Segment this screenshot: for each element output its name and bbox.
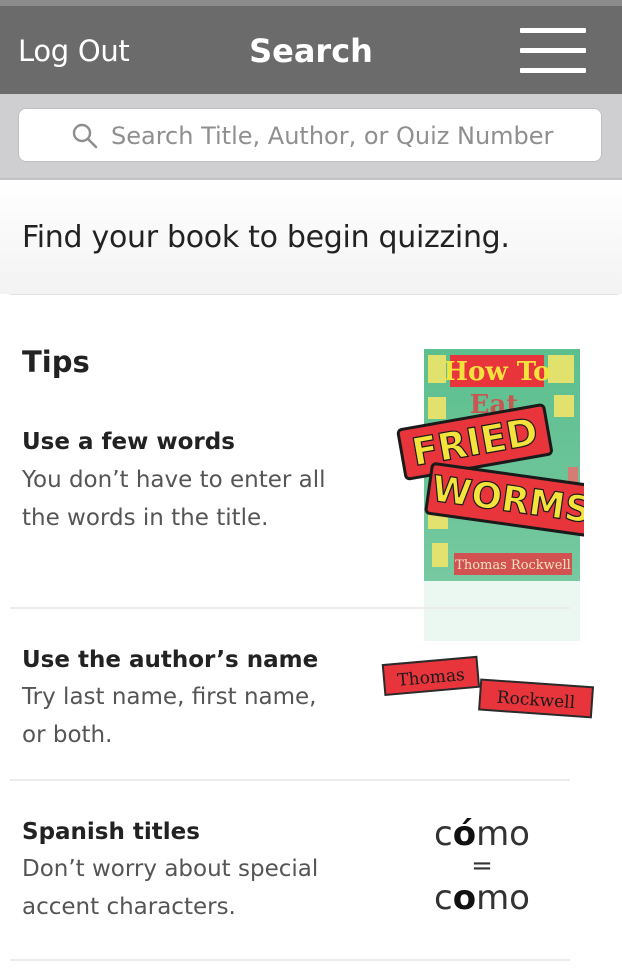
tip-description-line: or both.: [22, 722, 113, 748]
divider: [10, 607, 570, 609]
spanish-accent-example: cómo = como: [402, 815, 562, 917]
book-cover-image: How To Eat FRIED WORMS Thomas Rockwell: [396, 349, 584, 641]
logout-button[interactable]: Log Out: [18, 34, 130, 68]
tip-title: Use a few words: [22, 429, 235, 455]
search-placeholder: Search Title, Author, or Quiz Number: [111, 122, 554, 150]
search-icon: [72, 123, 98, 149]
tip-description: Don’t worry about special accent charact…: [22, 850, 318, 926]
tips-card: Tips Use a few words You don’t have to e…: [10, 294, 618, 980]
tip-description-line: the words in the title.: [22, 505, 269, 531]
equals-sign: =: [471, 851, 493, 881]
hamburger-menu-icon[interactable]: [520, 28, 586, 76]
intro-banner: Find your book to begin quizzing.: [0, 180, 622, 294]
search-bar: Search Title, Author, or Quiz Number: [0, 94, 622, 180]
tip-title: Use the author’s name: [22, 647, 319, 673]
book-cover-author: Thomas Rockwell: [455, 558, 571, 573]
author-name-image: Thomas Rockwell: [381, 655, 595, 719]
tip-description-line: Try last name, first name,: [22, 684, 317, 710]
tip-description-line: accent characters.: [22, 894, 236, 920]
tip-description: Try last name, first name, or both.: [22, 678, 317, 754]
nav-bar: Log Out Search: [0, 0, 622, 94]
tip-description: You don’t have to enter all the words in…: [22, 461, 326, 537]
tip-description-line: You don’t have to enter all: [22, 467, 326, 493]
plain-word: como: [434, 878, 530, 918]
tips-heading: Tips: [22, 345, 90, 379]
divider: [10, 779, 570, 781]
search-input[interactable]: Search Title, Author, or Quiz Number: [18, 108, 602, 162]
book-title-line1: How To: [443, 357, 550, 387]
tip-description-line: Don’t worry about special: [22, 856, 319, 882]
intro-text: Find your book to begin quizzing.: [22, 220, 510, 255]
tip-title: Spanish titles: [22, 819, 200, 845]
accented-word: cómo: [434, 814, 530, 854]
divider: [10, 959, 570, 961]
